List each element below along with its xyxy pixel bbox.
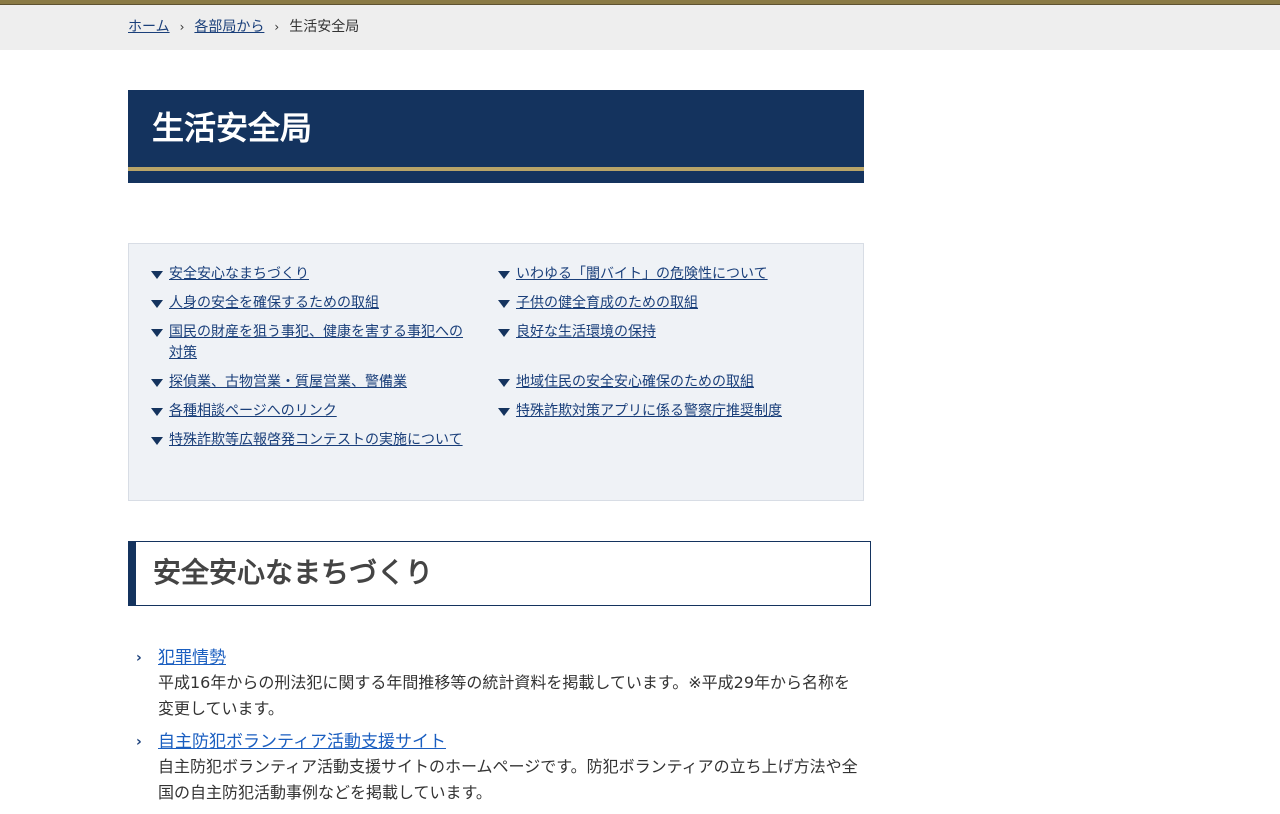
toc-link[interactable]: 各種相談ページへのリンク (169, 401, 337, 422)
crime-situation-link[interactable]: 犯罪情勢 (158, 646, 226, 670)
breadcrumb-parent-link[interactable]: 各部局から (194, 18, 264, 36)
toc-item: いわゆる「闇バイト」の危険性について (498, 264, 838, 285)
page-title-banner: 生活安全局 (128, 90, 864, 183)
link-row: › 犯罪情勢 (136, 646, 864, 670)
link-row: › 自主防犯ボランティア活動支援サイト (136, 730, 864, 754)
section-link-list: › 犯罪情勢 平成16年からの刑法犯に関する年間推移等の統計資料を掲載しています… (136, 646, 864, 814)
toc-link[interactable]: 地域住民の安全安心確保のための取組 (516, 372, 754, 393)
triangle-down-icon (151, 271, 163, 279)
title-gold-stripe (128, 167, 864, 171)
toc-link[interactable]: 人身の安全を確保するための取組 (169, 293, 379, 314)
toc-link[interactable]: 国民の財産を狙う事犯、健康を害する事犯への対策 (169, 322, 471, 364)
toc-item: 国民の財産を狙う事犯、健康を害する事犯への対策 (151, 322, 471, 364)
toc-link[interactable]: 良好な生活環境の保持 (516, 322, 656, 343)
list-item: › 自主防犯ボランティア活動支援サイト 自主防犯ボランティア活動支援サイトのホー… (136, 730, 864, 806)
triangle-down-icon (498, 329, 510, 337)
link-description: 平成16年からの刑法犯に関する年間推移等の統計資料を掲載しています。※平成29年… (158, 673, 851, 718)
page-title: 生活安全局 (152, 109, 313, 147)
table-of-contents: 安全安心なまちづくり 人身の安全を確保するための取組 国民の財産を狙う事犯、健康… (128, 243, 864, 501)
triangle-down-icon (498, 271, 510, 279)
toc-item: 子供の健全育成のための取組 (498, 293, 838, 314)
toc-item: 特殊詐欺対策アプリに係る警察庁推奨制度 (498, 401, 838, 422)
breadcrumb-current: 生活安全局 (289, 19, 360, 35)
toc-column-right: いわゆる「闇バイト」の危険性について 子供の健全育成のための取組 良好な生活環境… (498, 264, 838, 430)
toc-link[interactable]: いわゆる「闇バイト」の危険性について (516, 264, 768, 285)
triangle-down-icon (498, 379, 510, 387)
breadcrumb-home-link[interactable]: ホーム (128, 18, 170, 36)
breadcrumb: ホーム › 各部局から › 生活安全局 (128, 18, 359, 36)
list-item: › 犯罪情勢 平成16年からの刑法犯に関する年間推移等の統計資料を掲載しています… (136, 646, 864, 722)
toc-item: 特殊詐欺等広報啓発コンテストの実施について (151, 430, 471, 451)
chevron-right-icon: › (136, 734, 142, 750)
chevron-right-icon: › (179, 20, 185, 34)
chevron-right-icon: › (136, 650, 142, 666)
toc-item: 安全安心なまちづくり (151, 264, 471, 285)
section-title: 安全安心なまちづくり (153, 556, 434, 589)
toc-item: 各種相談ページへのリンク (151, 401, 471, 422)
volunteer-support-link[interactable]: 自主防犯ボランティア活動支援サイト (158, 730, 446, 754)
toc-link[interactable]: 特殊詐欺等広報啓発コンテストの実施について (169, 430, 463, 451)
triangle-down-icon (151, 300, 163, 308)
toc-item: 人身の安全を確保するための取組 (151, 293, 471, 314)
section-heading-box: 安全安心なまちづくり (128, 541, 871, 606)
triangle-down-icon (151, 408, 163, 416)
toc-item: 良好な生活環境の保持 (498, 322, 838, 343)
toc-link[interactable]: 探偵業、古物営業・質屋営業、警備業 (169, 372, 407, 393)
triangle-down-icon (151, 329, 163, 337)
toc-item: 地域住民の安全安心確保のための取組 (498, 372, 838, 393)
chevron-right-icon: › (274, 20, 280, 34)
toc-item: 探偵業、古物営業・質屋営業、警備業 (151, 372, 471, 393)
toc-link[interactable]: 安全安心なまちづくり (169, 264, 309, 285)
link-description: 自主防犯ボランティア活動支援サイトのホームページです。防犯ボランティアの立ち上げ… (158, 757, 858, 802)
toc-link[interactable]: 子供の健全育成のための取組 (516, 293, 698, 314)
triangle-down-icon (151, 379, 163, 387)
breadcrumb-bar: ホーム › 各部局から › 生活安全局 (0, 5, 1280, 50)
toc-column-left: 安全安心なまちづくり 人身の安全を確保するための取組 国民の財産を狙う事犯、健康… (151, 264, 471, 459)
triangle-down-icon (151, 437, 163, 445)
triangle-down-icon (498, 408, 510, 416)
toc-link[interactable]: 特殊詐欺対策アプリに係る警察庁推奨制度 (516, 401, 782, 422)
triangle-down-icon (498, 300, 510, 308)
